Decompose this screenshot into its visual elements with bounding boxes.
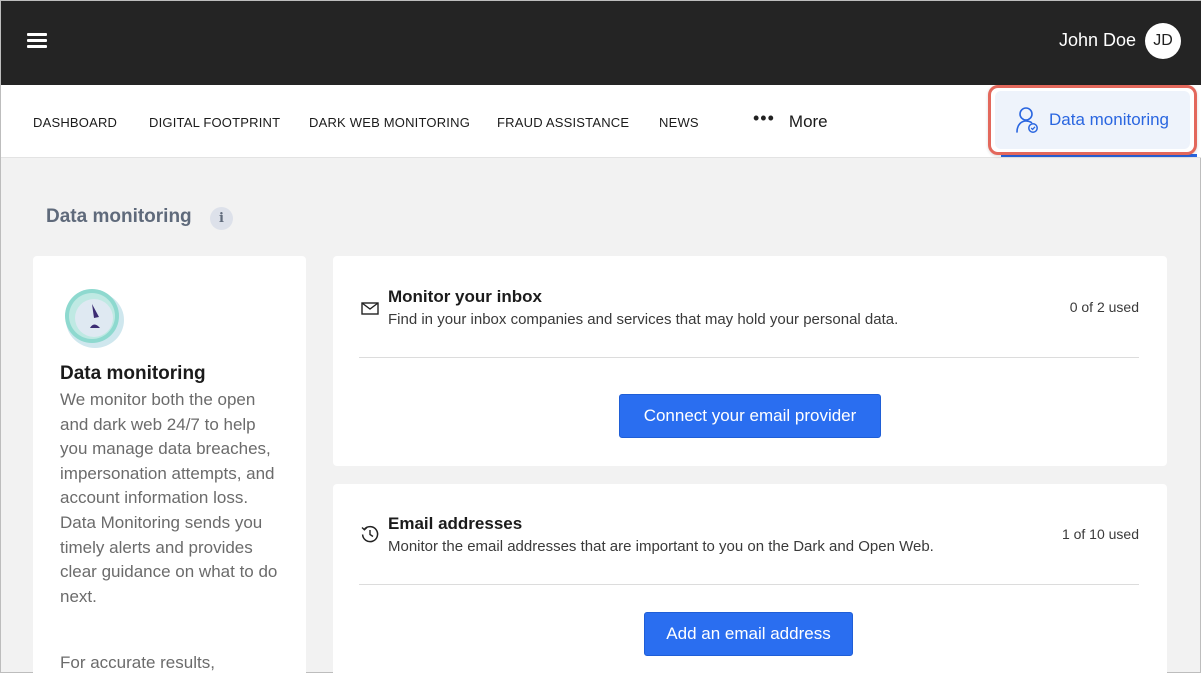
card-subtitle: Monitor the email addresses that are imp… [388, 538, 934, 555]
mail-icon [361, 302, 379, 315]
top-bar: John Doe JD [1, 1, 1201, 85]
more-label: More [788, 112, 828, 131]
add-email-address-button[interactable]: Add an email address [644, 612, 853, 656]
gauge-illustration-icon [65, 289, 124, 348]
card-title: Email addresses [388, 514, 523, 533]
tab-highlight-outline [988, 85, 1197, 155]
connect-email-provider-button[interactable]: Connect your email provider [619, 394, 881, 438]
card-title: Monitor your inbox [388, 287, 542, 306]
info-panel: Data monitoring We monitor both the open… [33, 256, 306, 673]
usage-count: 0 of 2 used [1069, 299, 1139, 315]
info-panel-description-continued: For accurate results, [60, 653, 215, 672]
user-name[interactable]: John Doe [1059, 30, 1136, 51]
info-icon[interactable]: i [210, 207, 233, 230]
more-dots-icon: ••• [753, 108, 775, 128]
nav-item-dark-web-monitoring[interactable]: DARK WEB MONITORING [309, 115, 470, 130]
email-addresses-card: Email addresses Monitor the email addres… [333, 484, 1167, 673]
hamburger-menu-icon[interactable] [27, 33, 47, 49]
info-panel-description: We monitor both the open and dark web 24… [60, 390, 278, 606]
card-divider [359, 584, 1139, 585]
info-panel-title: Data monitoring [60, 363, 206, 384]
nav-item-digital-footprint[interactable]: DIGITAL FOOTPRINT [149, 115, 280, 130]
more-menu[interactable]: ••• More [753, 108, 828, 132]
nav-bar: DASHBOARD DIGITAL FOOTPRINT DARK WEB MON… [1, 85, 1201, 158]
nav-item-dashboard[interactable]: DASHBOARD [33, 115, 117, 130]
nav-item-fraud-assistance[interactable]: FRAUD ASSISTANCE [497, 115, 629, 130]
page-title: Data monitoring [46, 206, 192, 227]
card-subtitle: Find in your inbox companies and service… [388, 311, 899, 328]
usage-count: 1 of 10 used [1061, 526, 1139, 542]
monitor-inbox-card: Monitor your inbox Find in your inbox co… [333, 256, 1167, 466]
nav-item-news[interactable]: NEWS [659, 115, 699, 130]
avatar[interactable]: JD [1145, 23, 1181, 59]
card-divider [359, 357, 1139, 358]
history-icon [361, 525, 379, 543]
